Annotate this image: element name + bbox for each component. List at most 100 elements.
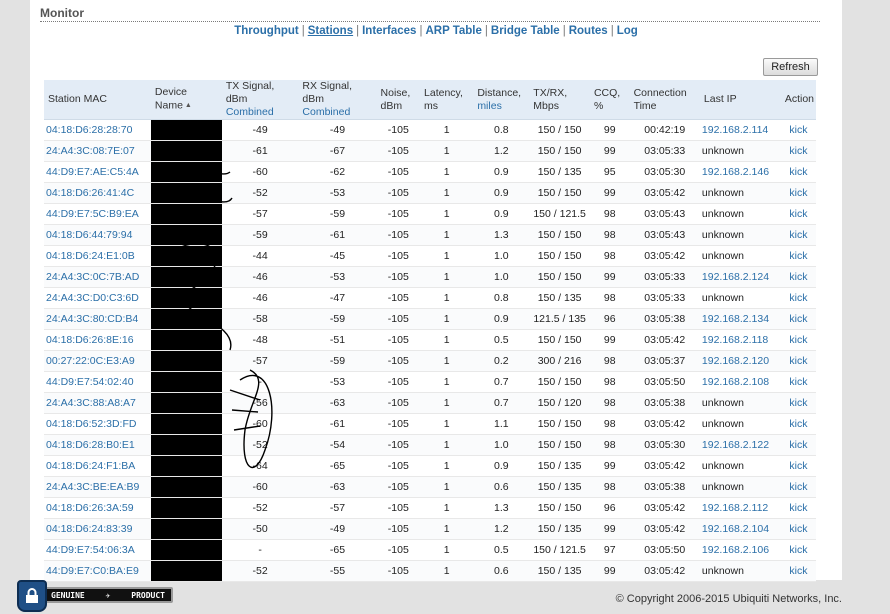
kick-link[interactable]: kick	[780, 476, 816, 498]
kick-link[interactable]: kick	[780, 203, 816, 225]
station-mac-link[interactable]: 24:A4:3C:88:A8:A7	[44, 392, 151, 414]
nav-arp-table[interactable]: ARP Table	[425, 25, 481, 37]
station-mac-link[interactable]: 04:18:D6:44:79:94	[44, 224, 151, 246]
col-last-ip[interactable]: Last IP	[699, 80, 781, 120]
table-row: 04:18:D6:28:B0:E1 -52 -54 -105 1 1.0 150 / 150…	[44, 434, 816, 456]
last-ip-link[interactable]: 192.168.2.120	[699, 350, 781, 372]
station-mac-link[interactable]: 44:D9:E7:5C:B9:EA	[44, 203, 151, 225]
station-mac-link[interactable]: 24:A4:3C:80:CD:B4	[44, 308, 151, 330]
kick-link[interactable]: kick	[780, 350, 816, 372]
kick-link[interactable]: kick	[780, 266, 816, 288]
noise-value: -105	[376, 308, 421, 330]
kick-link[interactable]: kick	[780, 329, 816, 351]
distance-value: 0.9	[473, 182, 530, 204]
kick-link[interactable]: kick	[780, 182, 816, 204]
kick-link[interactable]: kick	[780, 287, 816, 309]
sort-ascending-icon: ▲	[184, 102, 192, 110]
kick-link[interactable]: kick	[780, 539, 816, 561]
kick-link[interactable]: kick	[780, 371, 816, 393]
refresh-button[interactable]: Refresh	[763, 58, 818, 76]
txrx-value: 150 / 150	[529, 371, 590, 393]
latency-value: 1	[420, 350, 474, 372]
kick-link[interactable]: kick	[780, 140, 816, 162]
distance-value: 1.3	[473, 224, 530, 246]
nav-stations[interactable]: Stations	[308, 25, 353, 37]
kick-link[interactable]: kick	[780, 224, 816, 246]
nav-interfaces[interactable]: Interfaces	[362, 25, 416, 37]
tx-signal-value: -52	[221, 434, 299, 456]
tx-signal-value: -60	[221, 413, 299, 435]
station-mac-link[interactable]: 04:18:D6:52:3D:FD	[44, 413, 151, 435]
noise-value: -105	[376, 497, 421, 519]
col-connection-time[interactable]: Connection Time	[629, 80, 700, 120]
last-ip-link[interactable]: 192.168.2.134	[699, 308, 781, 330]
station-mac-link[interactable]: 44:D9:E7:54:06:3A	[44, 539, 151, 561]
col-tx-signal[interactable]: TX Signal, dBm Combined	[221, 80, 299, 120]
station-mac-link[interactable]: 04:18:D6:26:3A:59	[44, 497, 151, 519]
last-ip-link[interactable]: 192.168.2.118	[699, 329, 781, 351]
kick-link[interactable]: kick	[780, 119, 816, 141]
kick-link[interactable]: kick	[780, 434, 816, 456]
nav-log[interactable]: Log	[617, 25, 638, 37]
station-mac-link[interactable]: 44:D9:E7:C0:BA:E9	[44, 560, 151, 582]
col-ccq[interactable]: CCQ,%	[589, 80, 630, 120]
station-mac-link[interactable]: 00:27:22:0C:E3:A9	[44, 350, 151, 372]
last-ip-link[interactable]: 192.168.2.122	[699, 434, 781, 456]
last-ip-link[interactable]: 192.168.2.114	[699, 119, 781, 141]
station-mac-link[interactable]: 04:18:D6:24:83:39	[44, 518, 151, 540]
station-mac-link[interactable]: 04:18:D6:24:E1:0B	[44, 245, 151, 267]
kick-link[interactable]: kick	[780, 308, 816, 330]
col-txrx[interactable]: TX/RX, Mbps	[529, 80, 590, 120]
station-mac-link[interactable]: 04:18:D6:28:B0:E1	[44, 434, 151, 456]
nav-throughput[interactable]: Throughput	[234, 25, 299, 37]
table-row: 24:A4:3C:0C:7B:AD -46 -53 -105 1 1.0 150 / 150…	[44, 266, 816, 288]
last-ip-link[interactable]: 192.168.2.112	[699, 497, 781, 519]
distance-value: 0.7	[473, 392, 530, 414]
station-mac-link[interactable]: 04:18:D6:26:8E:16	[44, 329, 151, 351]
station-mac-link[interactable]: 04:18:D6:24:F1:BA	[44, 455, 151, 477]
kick-link[interactable]: kick	[780, 518, 816, 540]
table-row: 44:D9:E7:54:06:3A - -65 -105 1 0.5 150 / 121.5…	[44, 539, 816, 561]
kick-link[interactable]: kick	[780, 497, 816, 519]
stations-table: Station MAC Device Name ▲ TX Signal, dBm C…	[44, 80, 816, 582]
distance-value: 0.9	[473, 161, 530, 183]
last-ip-link[interactable]: 192.168.2.146	[699, 161, 781, 183]
col-station-mac[interactable]: Station MAC	[44, 80, 151, 120]
station-mac-link[interactable]: 44:D9:E7:AE:C5:4A	[44, 161, 151, 183]
last-ip-link[interactable]: 192.168.2.124	[699, 266, 781, 288]
col-latency[interactable]: Latency, ms	[420, 80, 474, 120]
rx-signal-value: -51	[298, 329, 377, 351]
last-ip-link[interactable]: 192.168.2.104	[699, 518, 781, 540]
monitor-panel: Monitor Throughput | Stations | Interfaces | A…	[30, 0, 842, 582]
col-noise[interactable]: Noise, dBm	[376, 80, 421, 120]
latency-value: 1	[420, 266, 474, 288]
col-device-name[interactable]: Device Name ▲	[150, 80, 222, 120]
kick-link[interactable]: kick	[780, 161, 816, 183]
txrx-value: 150 / 150	[529, 140, 590, 162]
kick-link[interactable]: kick	[780, 455, 816, 477]
station-mac-link[interactable]: 44:D9:E7:54:02:40	[44, 371, 151, 393]
nav-routes[interactable]: Routes	[569, 25, 608, 37]
noise-value: -105	[376, 371, 421, 393]
tx-signal-value: -44	[221, 245, 299, 267]
station-mac-link[interactable]: 24:A4:3C:D0:C3:6D	[44, 287, 151, 309]
col-rx-signal[interactable]: RX Signal, dBm Combined	[298, 80, 377, 120]
kick-link[interactable]: kick	[780, 413, 816, 435]
ccq-value: 98	[589, 287, 630, 309]
last-ip-value: unknown	[699, 560, 781, 582]
kick-link[interactable]: kick	[780, 392, 816, 414]
kick-link[interactable]: kick	[780, 245, 816, 267]
col-distance[interactable]: Distance, miles	[473, 80, 530, 120]
ccq-value: 99	[589, 329, 630, 351]
station-mac-link[interactable]: 24:A4:3C:BE:EA:B9	[44, 476, 151, 498]
kick-link[interactable]: kick	[780, 560, 816, 582]
last-ip-link[interactable]: 192.168.2.108	[699, 371, 781, 393]
noise-value: -105	[376, 392, 421, 414]
last-ip-link[interactable]: 192.168.2.106	[699, 539, 781, 561]
station-mac-link[interactable]: 24:A4:3C:08:7E:07	[44, 140, 151, 162]
station-mac-link[interactable]: 04:18:D6:28:28:70	[44, 119, 151, 141]
latency-value: 1	[420, 476, 474, 498]
station-mac-link[interactable]: 24:A4:3C:0C:7B:AD	[44, 266, 151, 288]
nav-bridge-table[interactable]: Bridge Table	[491, 25, 560, 37]
station-mac-link[interactable]: 04:18:D6:26:41:4C	[44, 182, 151, 204]
